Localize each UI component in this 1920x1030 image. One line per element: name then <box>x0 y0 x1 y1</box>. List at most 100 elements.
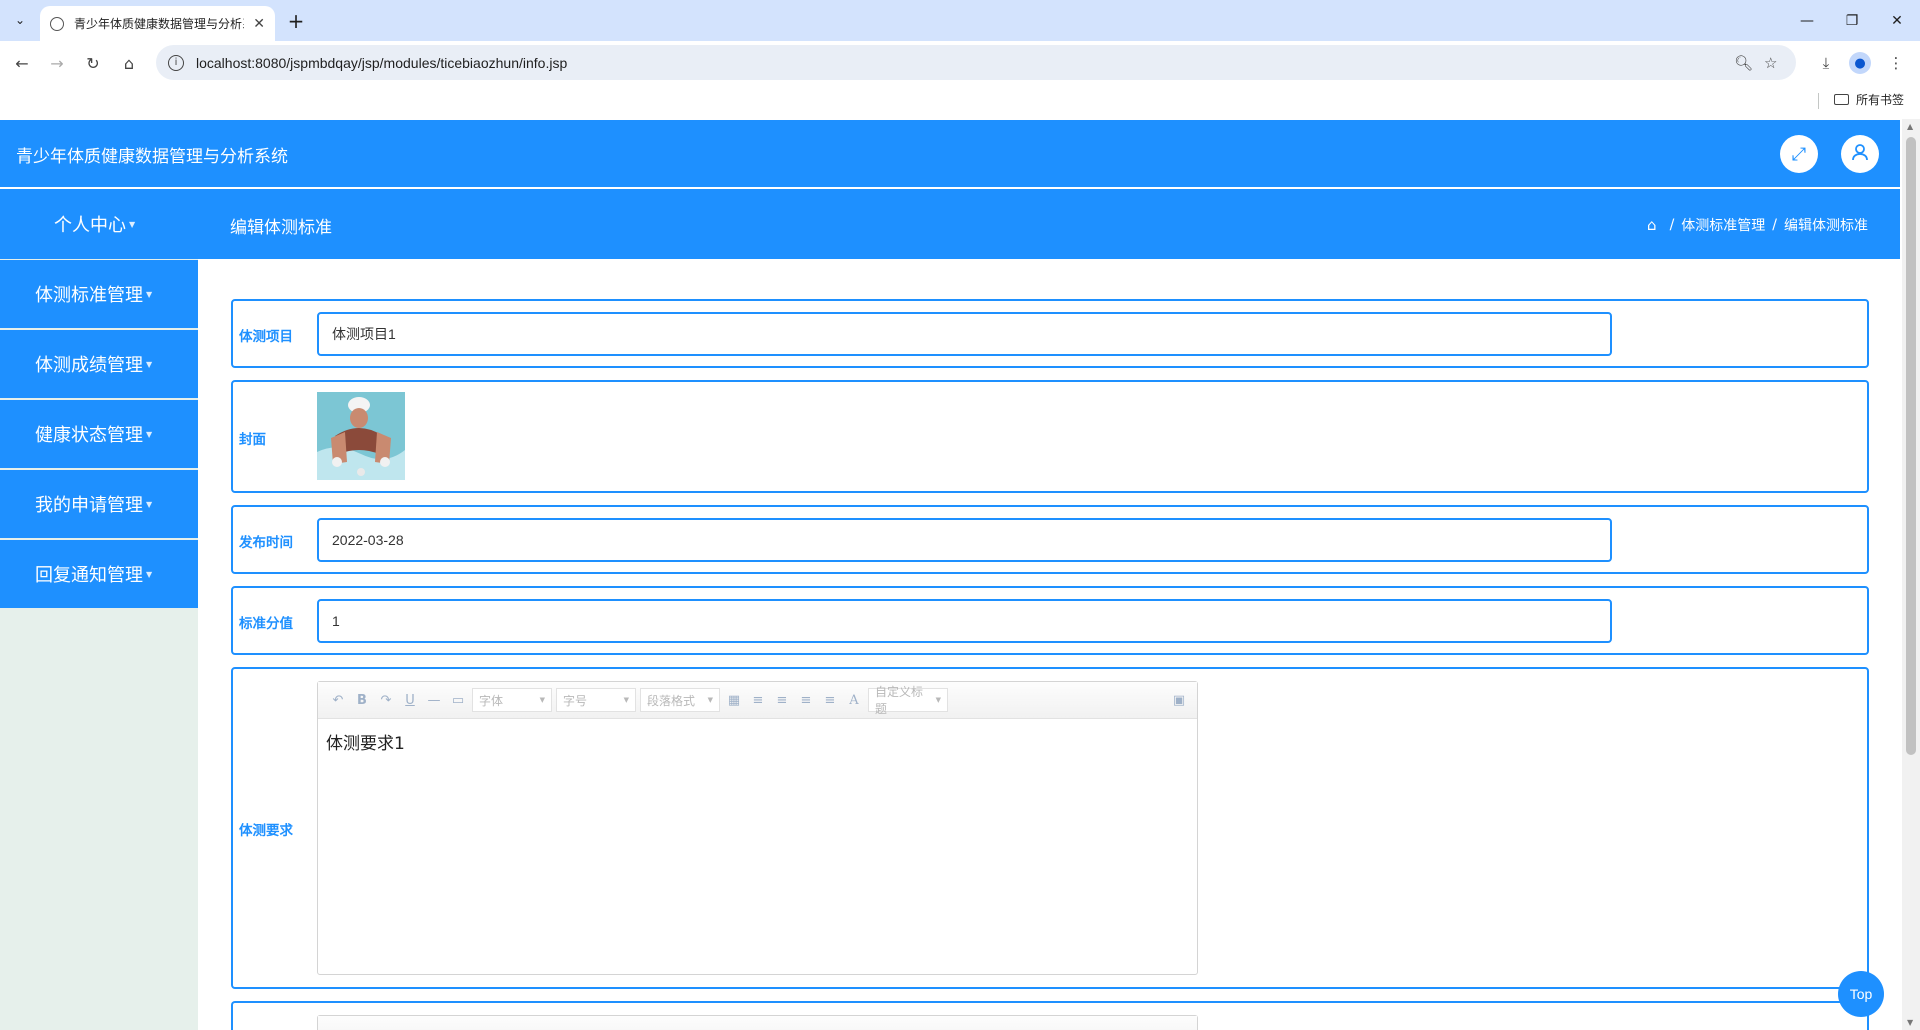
form-row-cover: 封面 <box>231 380 1869 493</box>
new-tab-button[interactable]: + <box>283 8 309 34</box>
profile-avatar-icon: ● <box>1849 52 1871 74</box>
reload-icon[interactable]: ↻ <box>79 49 107 77</box>
project-label: 体测项目 <box>239 329 293 345</box>
window-close-button[interactable]: ✕ <box>1874 0 1920 41</box>
fullscreen-editor-icon[interactable]: ▣ <box>1167 689 1191 711</box>
paragraph-select[interactable]: 段落格式 ▼ <box>640 688 720 712</box>
publish-time-input[interactable]: 2022-03-28 <box>317 518 1612 562</box>
user-menu-button[interactable] <box>1841 135 1879 173</box>
form-row-requirements: 体测要求 ↶ B ↷ U — ▭ 字体 ▼ 字号 ▼ 段落格式 ▼ ▦ ≡ ≡ … <box>231 667 1869 989</box>
font-size-select[interactable]: 字号 ▼ <box>556 688 636 712</box>
requirements-label: 体测要求 <box>239 823 293 839</box>
restore-button[interactable]: ❐ <box>1829 0 1875 41</box>
breadcrumb: ⌂ / 体测标准管理 / 编辑体测标准 <box>1647 215 1868 235</box>
breadcrumb-separator: / <box>1669 217 1675 233</box>
custom-title-label: 自定义标题 <box>875 685 924 716</box>
tab-favicon-icon <box>50 16 64 31</box>
project-input[interactable]: 体测项目1 <box>317 312 1612 356</box>
tab-title: 青少年体质健康数据管理与分析系统 <box>74 17 244 31</box>
scroll-up-icon[interactable]: ▲ <box>1907 122 1913 131</box>
editor-toolbar-2 <box>318 1016 1197 1030</box>
sidebar-item-notice-management[interactable]: 回复通知管理 ▼ <box>0 540 198 608</box>
bold-icon[interactable]: B <box>350 689 374 711</box>
forward-icon[interactable]: → <box>43 49 71 77</box>
caret-down-icon: ▼ <box>146 359 153 369</box>
sidebar-item-personal-center[interactable]: 个人中心 ▼ <box>0 189 198 259</box>
scrollbar-thumb[interactable] <box>1906 137 1916 755</box>
scroll-top-button[interactable]: Top <box>1838 971 1884 1017</box>
sidebar-item-label: 个人中心 <box>54 215 126 236</box>
score-input[interactable]: 1 <box>317 599 1612 643</box>
justify-icon[interactable]: ≡ <box>818 689 842 711</box>
browser-toolbar: ← → ↻ ⌂ i localhost:8080/jspmbdqay/jsp/m… <box>0 41 1920 83</box>
app-root: 青少年体质健康数据管理与分析系统 ⤢ 个人中心 ▼ 体测标准管理 ▼ 体测成绩管… <box>0 119 1920 1030</box>
folder-icon <box>1834 94 1849 105</box>
align-left-icon[interactable]: ≡ <box>746 689 770 711</box>
page-title: 编辑体测标准 <box>230 218 332 238</box>
cover-image[interactable] <box>317 392 405 480</box>
download-icon[interactable]: ⤓ <box>1814 51 1838 75</box>
tab-search-button[interactable]: ⌄ <box>7 8 33 32</box>
rich-text-editor-2 <box>317 1015 1198 1030</box>
publish-time-label: 发布时间 <box>239 535 293 551</box>
font-family-label: 字体 <box>479 693 504 708</box>
sidebar-item-label: 回复通知管理 <box>35 565 143 586</box>
form-row-next-editor <box>231 1001 1869 1030</box>
browser-tab[interactable]: 青少年体质健康数据管理与分析系统 ✕ <box>40 6 275 41</box>
caret-down-icon: ▼ <box>146 499 153 509</box>
font-color-icon[interactable]: A <box>842 689 866 711</box>
editor-content[interactable]: 体测要求1 <box>318 719 1197 764</box>
sidebar-item-label: 体测标准管理 <box>35 285 143 306</box>
main-content: 体测项目 体测项目1 封面 发布时间 2022-03-28 标准分值 1 体测要… <box>198 259 1900 1030</box>
form-row-publish-time: 发布时间 2022-03-28 <box>231 505 1869 574</box>
sidebar-item-health-management[interactable]: 健康状态管理 ▼ <box>0 400 198 468</box>
tab-close-icon[interactable]: ✕ <box>253 16 265 32</box>
score-label: 标准分值 <box>239 616 293 632</box>
url-text[interactable]: localhost:8080/jspmbdqay/jsp/modules/tic… <box>196 55 567 71</box>
sidebar-item-label: 我的申请管理 <box>35 495 143 516</box>
home-icon[interactable]: ⌂ <box>115 49 143 77</box>
sidebar-item-standard-management[interactable]: 体测标准管理 ▼ <box>0 260 198 328</box>
profile-button[interactable]: ● <box>1848 51 1872 75</box>
table-icon[interactable]: ▦ <box>722 689 746 711</box>
bookmarks-bar: 所有书签 <box>0 83 1920 119</box>
sidebar-item-label: 体测成绩管理 <box>35 355 143 376</box>
redo-icon[interactable]: ↷ <box>374 689 398 711</box>
page-scrollbar[interactable]: ▲ ▼ <box>1902 119 1920 1030</box>
content-header: 编辑体测标准 ⌂ / 体测标准管理 / 编辑体测标准 <box>198 189 1900 259</box>
align-right-icon[interactable]: ≡ <box>770 689 794 711</box>
dropdown-icon: ▼ <box>707 696 713 704</box>
form-row-score: 标准分值 1 <box>231 586 1869 655</box>
dropdown-icon: ▼ <box>935 696 941 704</box>
breadcrumb-level1[interactable]: 体测标准管理 <box>1681 215 1765 235</box>
underline-icon[interactable]: U <box>398 689 422 711</box>
fullscreen-button[interactable]: ⤢ <box>1780 135 1818 173</box>
custom-title-select[interactable]: 自定义标题 ▼ <box>868 685 948 716</box>
caret-down-icon: ▼ <box>146 429 153 439</box>
address-bar[interactable]: i localhost:8080/jspmbdqay/jsp/modules/t… <box>156 45 1796 80</box>
all-bookmarks-button[interactable]: 所有书签 <box>1834 91 1904 108</box>
sidebar-item-label: 健康状态管理 <box>35 425 143 446</box>
back-icon[interactable]: ← <box>8 49 36 77</box>
font-family-select[interactable]: 字体 ▼ <box>472 688 552 712</box>
undo-icon[interactable]: ↶ <box>326 689 350 711</box>
scroll-down-icon[interactable]: ▼ <box>1907 1018 1913 1027</box>
paste-icon[interactable]: ▭ <box>446 689 470 711</box>
breadcrumb-level2: 编辑体测标准 <box>1784 218 1868 234</box>
minimize-button[interactable]: — <box>1784 0 1830 41</box>
dropdown-icon: ▼ <box>539 696 545 704</box>
form-row-project: 体测项目 体测项目1 <box>231 299 1869 368</box>
dropdown-icon: ▼ <box>623 696 629 704</box>
caret-down-icon: ▼ <box>146 569 153 579</box>
bookmark-star-icon[interactable]: ☆ <box>1764 45 1777 80</box>
align-center-icon[interactable]: ≡ <box>794 689 818 711</box>
site-info-icon[interactable]: i <box>168 54 184 71</box>
sidebar-item-score-management[interactable]: 体测成绩管理 ▼ <box>0 330 198 398</box>
horizontal-rule-icon[interactable]: — <box>422 689 446 711</box>
sidebar-item-application-management[interactable]: 我的申请管理 ▼ <box>0 470 198 538</box>
home-icon[interactable]: ⌂ <box>1647 216 1657 234</box>
paragraph-label: 段落格式 <box>647 693 696 708</box>
app-title: 青少年体质健康数据管理与分析系统 <box>16 147 288 167</box>
browser-menu-icon[interactable]: ⋮ <box>1884 51 1908 75</box>
zoom-icon[interactable]: 🔍︎ <box>1734 45 1753 80</box>
